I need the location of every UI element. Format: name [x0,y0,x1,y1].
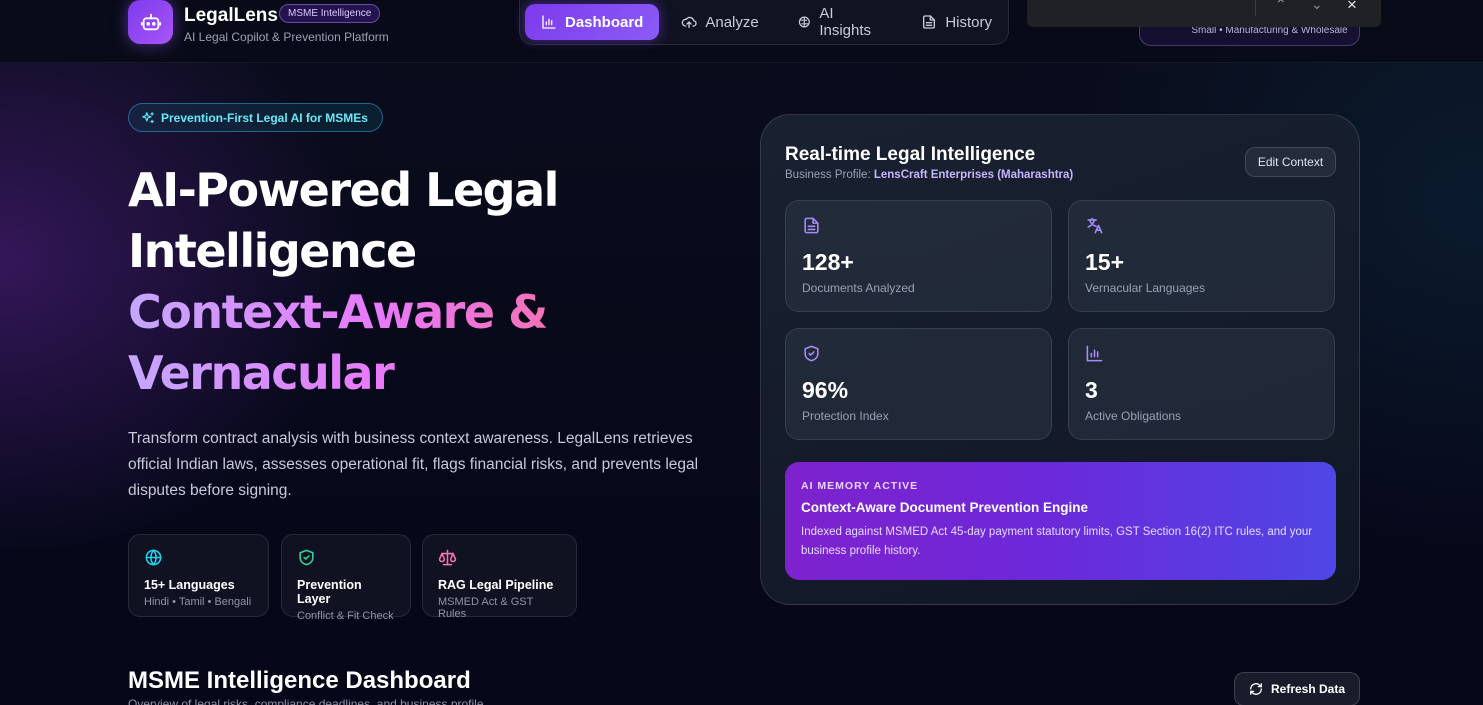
refresh-label: Refresh Data [1270,682,1346,696]
feature-rag-sub: MSMED Act & GST Rules [438,596,534,620]
chevron-down-icon[interactable]: ⌄ [1311,0,1323,13]
find-bar-separator [1255,0,1256,16]
translate-icon [1087,217,1103,234]
close-icon[interactable]: × [1347,0,1357,15]
nav-history[interactable]: History [905,4,1008,40]
feature-languages: 15+ Languages Hindi • Tamil • Bengali [128,534,269,617]
nav-analyze[interactable]: Analyze [665,4,774,40]
chevron-up-icon[interactable]: ⌃ [1275,0,1287,13]
stat-obligations: 3 Active Obligations [1068,328,1335,440]
nav-ai-insights[interactable]: AI Insights [781,4,900,40]
nav-ai-insights-label: AI Insights [819,5,872,39]
logo[interactable] [128,0,173,44]
hero-badge: Prevention-First Legal AI for MSMEs [128,103,383,132]
hero-title: AI-Powered Legal Intelligence Context-Aw… [128,160,688,404]
stat-obligations-label: Active Obligations [1085,409,1182,423]
robot-icon [140,13,161,31]
hero-badge-label: Prevention-First Legal AI for MSMEs [161,110,368,125]
feature-languages-title: 15+ Languages [144,578,235,592]
profile-label: Business Profile: [785,169,874,181]
feature-rag: RAG Legal Pipeline MSMED Act & GST Rules [422,534,577,620]
feature-prevention-sub: Conflict & Fit Check [297,610,394,622]
feature-languages-sub: Hindi • Tamil • Bengali [144,596,252,608]
ai-memory-text: Indexed against MSMED Act 45-day payment… [801,526,1313,557]
nav-dashboard[interactable]: Dashboard [525,4,660,40]
stat-obligations-value: 3 [1085,377,1098,403]
stat-protection-value: 96% [802,377,849,403]
stat-protection-label: Protection Index [802,409,889,423]
shield-check-icon [299,549,314,566]
ai-memory-card: AI MEMORY ACTIVE Context-Aware Document … [785,462,1336,580]
file-text-icon [923,15,936,29]
hero-description: Transform contract analysis with busines… [128,430,699,499]
hero-title-line2: Intelligence [128,224,417,278]
ai-memory-tag: AI MEMORY ACTIVE [801,480,919,492]
hero-title-line1: AI-Powered Legal [128,163,559,217]
globe-icon [145,549,162,566]
bar-chart-icon [1086,345,1103,362]
hero-title-accent1: Context-Aware & [128,282,688,343]
refresh-icon [1250,683,1262,695]
panel-business-profile: Business Profile: LensCraft Enterprises … [785,169,1073,181]
document-icon [804,217,819,234]
feature-prevention: Prevention Layer Conflict & Fit Check [281,534,411,622]
brand-tagline: AI Legal Copilot & Prevention Platform [184,30,389,44]
dashboard-subtitle: Overview of legal risks, compliance dead… [128,697,484,705]
dashboard-title: MSME Intelligence Dashboard [128,667,471,694]
nav-analyze-label: Analyze [705,13,759,31]
bar-chart-icon [542,15,556,29]
scale-icon [438,549,457,566]
feature-rag-title: RAG Legal Pipeline [438,578,554,592]
brain-icon [798,16,810,28]
stat-languages-value: 15+ [1085,249,1125,275]
upload-cloud-icon [682,16,698,28]
main-nav: Dashboard Analyze AI Insights History [519,0,1009,45]
profile-value: LensCraft Enterprises (Maharashtra) [873,169,1074,181]
nav-history-label: History [945,13,992,31]
stat-documents: 128+ Documents Analyzed [785,200,1052,312]
nav-dashboard-label: Dashboard [565,13,644,31]
stat-documents-label: Documents Analyzed [802,281,915,295]
refresh-data-button[interactable]: Refresh Data [1234,672,1360,705]
stat-languages-label: Vernacular Languages [1085,281,1206,295]
ai-memory-title: Context-Aware Document Prevention Engine [801,500,1089,515]
sparkles-icon [142,111,154,123]
stat-languages: 15+ Vernacular Languages [1068,200,1335,312]
shield-icon [804,345,819,362]
brand-badge: MSME Intelligence [279,4,381,23]
intelligence-panel: Real-time Legal Intelligence Business Pr… [760,114,1360,605]
stat-documents-value: 128+ [802,249,854,275]
hero-title-accent2: Vernacular [128,343,688,404]
brand-name: LegalLens [184,5,278,26]
panel-title: Real-time Legal Intelligence [785,144,1036,165]
feature-prevention-title: Prevention Layer [297,578,362,606]
stat-protection: 96% Protection Index [785,328,1052,440]
edit-context-button[interactable]: Edit Context [1245,147,1336,177]
find-bar-overlay: ⌃ ⌄ × [1027,0,1381,27]
